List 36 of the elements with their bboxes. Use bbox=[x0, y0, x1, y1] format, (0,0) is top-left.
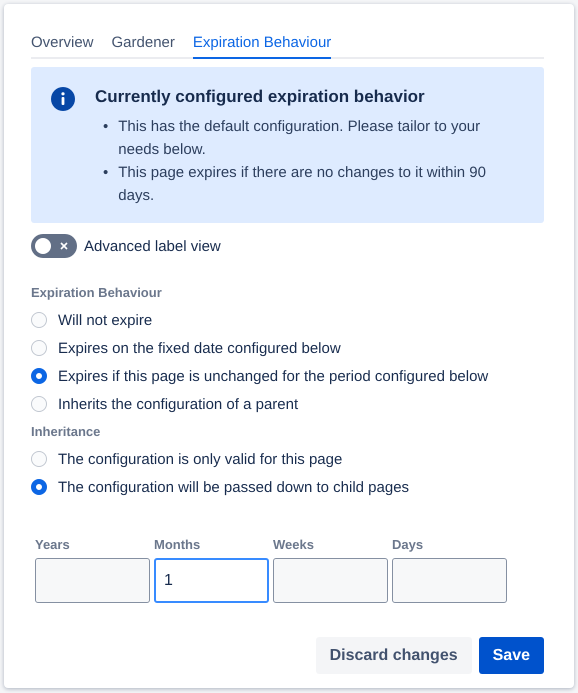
field-label: Days bbox=[392, 537, 424, 552]
toggle-label: Advanced label view bbox=[84, 238, 221, 254]
field-label: Years bbox=[35, 537, 71, 552]
radio-label: Will not expire bbox=[58, 312, 152, 328]
radio-button[interactable] bbox=[31, 479, 47, 495]
toggle-switch[interactable] bbox=[31, 234, 77, 258]
radio-button[interactable] bbox=[31, 451, 47, 467]
bullet-mark: • bbox=[103, 117, 108, 137]
section-heading: Expiration Behaviour bbox=[31, 285, 163, 300]
discard-button[interactable]: Discard changes bbox=[316, 637, 472, 674]
info-text: This has the default configuration. Please tailor to your needs below. bbox=[118, 117, 482, 160]
input-field[interactable] bbox=[35, 558, 150, 603]
info-text: This page expires if there are no changes to it within 90 days. bbox=[118, 163, 487, 206]
radio-label: The configuration is only valid for this page bbox=[58, 450, 342, 468]
input-field[interactable] bbox=[392, 558, 507, 603]
radio-button[interactable] bbox=[31, 340, 47, 356]
radio-label: Inherits the configuration of a parent bbox=[58, 396, 298, 412]
radio-label: Expires if this page is unchanged for the period configured below bbox=[58, 368, 488, 384]
info-title: Currently configured expiration behavior bbox=[95, 87, 426, 107]
section-heading: Inheritance bbox=[31, 424, 102, 439]
radio-label: The configuration will be passed down to child pages bbox=[58, 478, 410, 496]
bullet-mark: • bbox=[103, 163, 108, 183]
field-label: Weeks bbox=[273, 537, 315, 552]
input-field[interactable]: 1 bbox=[154, 558, 269, 603]
radio-label: Expires on the fixed date configured below bbox=[58, 340, 341, 356]
radio-button[interactable] bbox=[31, 368, 47, 384]
field-label: Months bbox=[154, 537, 202, 552]
tab[interactable]: Gardener bbox=[112, 32, 175, 59]
radio-button[interactable] bbox=[31, 396, 47, 412]
info-icon bbox=[51, 87, 75, 111]
tab[interactable]: Expiration Behaviour bbox=[192, 32, 332, 59]
close-icon bbox=[60, 242, 68, 250]
tab[interactable]: Overview bbox=[31, 32, 94, 59]
input-field[interactable] bbox=[273, 558, 388, 603]
save-button[interactable]: Save bbox=[478, 637, 544, 674]
radio-button[interactable] bbox=[31, 312, 47, 328]
